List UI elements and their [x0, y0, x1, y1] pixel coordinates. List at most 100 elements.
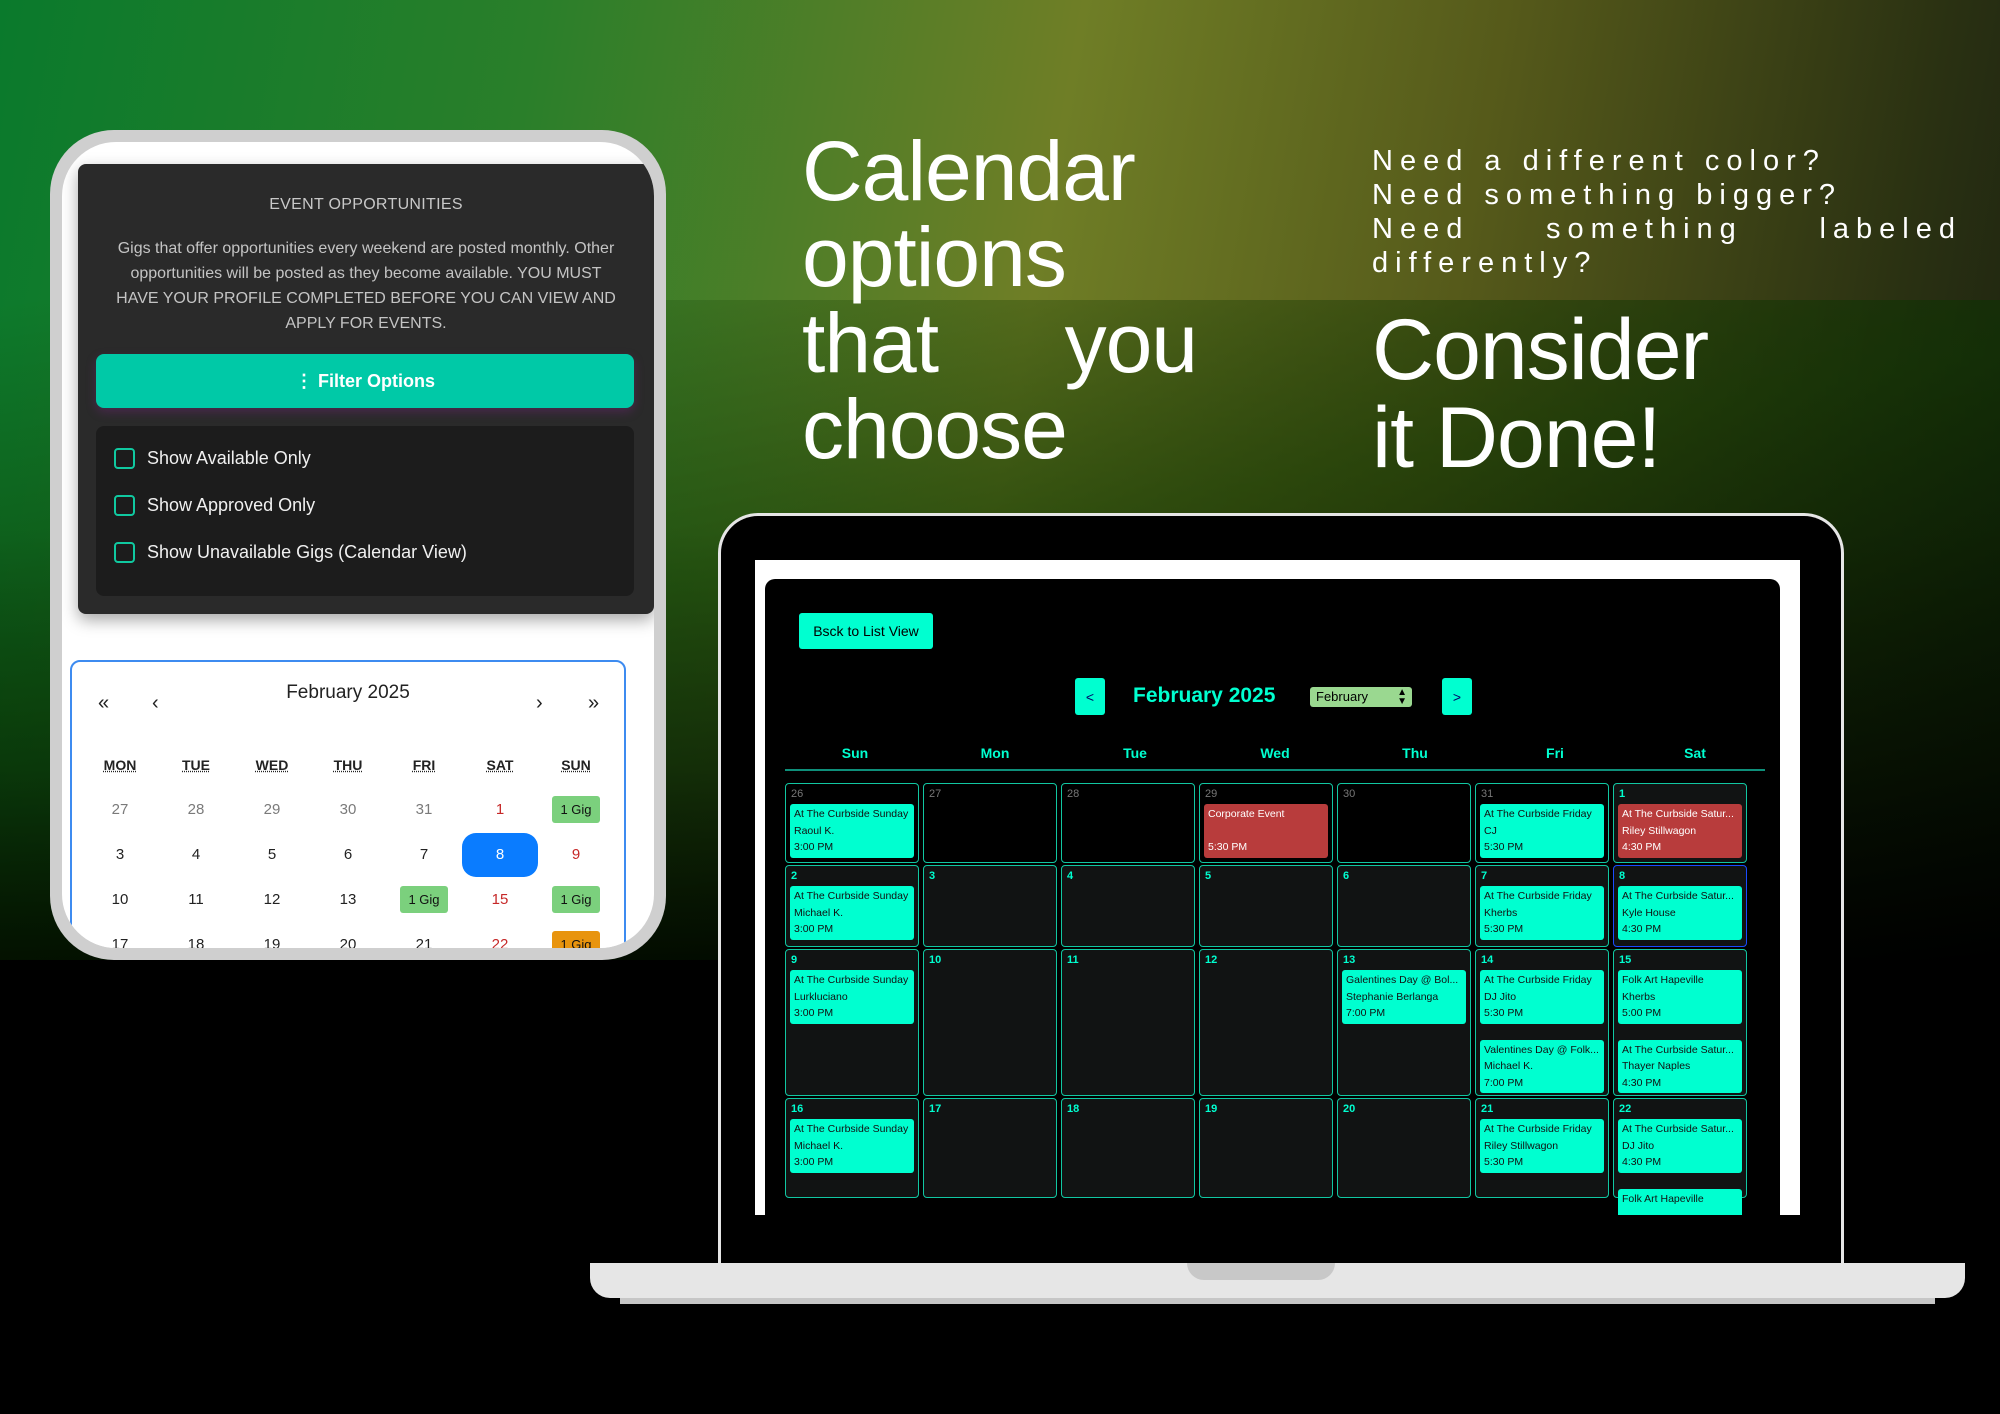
- mini-day-cell[interactable]: 29: [234, 801, 310, 818]
- mini-day-cell[interactable]: 31: [386, 801, 462, 818]
- mini-day-cell[interactable]: 10: [82, 891, 158, 908]
- prev-month-button[interactable]: <: [1075, 678, 1105, 715]
- day-cell[interactable]: 27: [923, 783, 1057, 863]
- mini-day-cell[interactable]: 17: [82, 936, 158, 948]
- mini-day-cell[interactable]: 28: [158, 801, 234, 818]
- event-chip[interactable]: At The Curbside Friday CJ 5:30 PM: [1480, 804, 1604, 858]
- event-list: At The Curbside Sunday Michael K. 3:00 PM: [786, 886, 918, 940]
- day-cell[interactable]: 17: [923, 1098, 1057, 1198]
- mini-day-cell[interactable]: 6: [310, 846, 386, 863]
- event-chip[interactable]: At The Curbside Friday Riley Stillwagon 5:…: [1480, 1119, 1604, 1173]
- mini-day-cell[interactable]: 18: [158, 936, 234, 948]
- mini-day-cell[interactable]: 30: [310, 801, 386, 818]
- day-cell[interactable]: 6: [1337, 865, 1471, 947]
- day-cell[interactable]: 20: [1337, 1098, 1471, 1198]
- day-cell[interactable]: 2 At The Curbside Sunday Michael K. 3:00 PM: [785, 865, 919, 947]
- event-chip[interactable]: At The Curbside Satur... DJ Jito 4:30 PM: [1618, 1119, 1742, 1173]
- day-cell[interactable]: 30: [1337, 783, 1471, 863]
- mini-day-cell[interactable]: 8: [462, 832, 538, 877]
- event-chip[interactable]: At The Curbside Satur... Riley Stillwagon…: [1618, 804, 1742, 858]
- mini-day-cell[interactable]: 27: [82, 801, 158, 818]
- event-chip[interactable]: At The Curbside Sunday Michael K. 3:00 PM: [790, 886, 914, 940]
- day-cell[interactable]: 21 At The Curbside Friday Riley Stillwagon…: [1475, 1098, 1609, 1198]
- event-time: 7:00 PM: [1484, 1076, 1524, 1089]
- mini-day-cell[interactable]: 1 Gig: [538, 931, 614, 948]
- day-cell[interactable]: 16 At The Curbside Sunday Michael K. 3:00 P…: [785, 1098, 919, 1198]
- event-chip[interactable]: Valentines Day @ Folk... Michael K. 7:00 P…: [1480, 1039, 1604, 1093]
- day-cell[interactable]: 31 At The Curbside Friday CJ 5:30 PM: [1475, 783, 1609, 863]
- tagline-line: Need a different color?: [1372, 145, 1826, 177]
- day-cell[interactable]: 5: [1199, 865, 1333, 947]
- next-month-button[interactable]: ›: [536, 692, 543, 715]
- day-cell[interactable]: 22 At The Curbside Satur... DJ Jito 4:30 PM…: [1613, 1098, 1747, 1215]
- mini-day-cell[interactable]: 1 Gig: [538, 886, 614, 913]
- mini-day-cell[interactable]: 21: [386, 936, 462, 948]
- event-chip[interactable]: At The Curbside Friday DJ Jito 5:30 PM: [1480, 970, 1604, 1024]
- filter-options-button[interactable]: ⋮ Filter Options: [96, 354, 634, 408]
- day-cell[interactable]: 10: [923, 949, 1057, 1096]
- day-cell[interactable]: 14 At The Curbside Friday DJ Jito 5:30 PM Va…: [1475, 949, 1609, 1096]
- day-cell[interactable]: 9 At The Curbside Sunday Lurkluciano 3:00 P…: [785, 949, 919, 1096]
- month-select[interactable]: February ▲ ▼: [1310, 687, 1412, 707]
- mini-day-cell[interactable]: 1 Gig: [386, 886, 462, 913]
- next-month-button[interactable]: >: [1442, 678, 1472, 715]
- mini-day-cell[interactable]: 13: [310, 891, 386, 908]
- checkbox[interactable]: [114, 448, 135, 469]
- event-chip[interactable]: Galentines Day @ Bol... Stephanie Berlang…: [1342, 970, 1466, 1024]
- day-cell[interactable]: 28: [1061, 783, 1195, 863]
- checkbox[interactable]: [114, 542, 135, 563]
- day-number: 2: [791, 870, 798, 882]
- mini-day-cell[interactable]: 1: [462, 801, 538, 818]
- event-chip[interactable]: At The Curbside Sunday Raoul K. 3:00 PM: [790, 804, 914, 858]
- event-chip[interactable]: Corporate Event 5:30 PM: [1204, 804, 1328, 858]
- day-cell[interactable]: 3: [923, 865, 1057, 947]
- day-cell[interactable]: 7 At The Curbside Friday Kherbs 5:30 PM: [1475, 865, 1609, 947]
- mini-day-cell[interactable]: 11: [158, 891, 234, 908]
- day-cell[interactable]: 18: [1061, 1098, 1195, 1198]
- closing-line: it Done!: [1372, 390, 1661, 486]
- day-cell[interactable]: 12: [1199, 949, 1333, 1096]
- day-cell[interactable]: 19: [1199, 1098, 1333, 1198]
- headline-word: you: [1064, 296, 1198, 390]
- mini-day-cell[interactable]: 9: [538, 846, 614, 863]
- day-cell[interactable]: 15 Folk Art Hapeville Kherbs 5:00 PM At The …: [1613, 949, 1747, 1096]
- day-cell[interactable]: 1 At The Curbside Satur... Riley Stillwago…: [1613, 783, 1747, 863]
- event-who: CJ: [1484, 824, 1497, 837]
- mini-day-cell[interactable]: 22: [462, 936, 538, 948]
- mini-day-cell[interactable]: 3: [82, 846, 158, 863]
- day-cell[interactable]: 11: [1061, 949, 1195, 1096]
- event-list: Corporate Event 5:30 PM: [1200, 804, 1332, 858]
- day-cell[interactable]: 8 At The Curbside Satur... Kyle House 4:30 …: [1613, 865, 1747, 947]
- day-cell[interactable]: 13 Galentines Day @ Bol... Stephanie Berla…: [1337, 949, 1471, 1096]
- mini-day-cell[interactable]: 12: [234, 891, 310, 908]
- event-chip[interactable]: Folk Art Hapeville: [1618, 1188, 1742, 1215]
- mini-day-cell[interactable]: 5: [234, 846, 310, 863]
- event-chip[interactable]: At The Curbside Satur... Thayer Naples 4:3…: [1618, 1039, 1742, 1093]
- event-chip[interactable]: Folk Art Hapeville Kherbs 5:00 PM: [1618, 970, 1742, 1024]
- back-to-list-view-button[interactable]: Bsck to List View: [799, 613, 933, 649]
- event-chip[interactable]: At The Curbside Sunday Michael K. 3:00 PM: [790, 1119, 914, 1173]
- mini-day-cell[interactable]: 1 Gig: [538, 796, 614, 823]
- mini-day-cell[interactable]: 20: [310, 936, 386, 948]
- day-cell[interactable]: 29 Corporate Event 5:30 PM: [1199, 783, 1333, 863]
- filter-show-approved[interactable]: Show Approved Only: [114, 495, 315, 516]
- event-title: At The Curbside Sunday: [794, 1123, 909, 1135]
- mini-day-cell[interactable]: 19: [234, 936, 310, 948]
- day-cell[interactable]: 26 At The Curbside Sunday Raoul K. 3:00 PM: [785, 783, 919, 863]
- event-chip[interactable]: At The Curbside Sunday Lurkluciano 3:00 PM: [790, 970, 914, 1024]
- mini-day-number: 10: [111, 891, 129, 908]
- filter-show-unavailable[interactable]: Show Unavailable Gigs (Calendar View): [114, 542, 467, 563]
- filter-show-available[interactable]: Show Available Only: [114, 448, 311, 469]
- weekday-header: Sun Mon Tue Wed Thu Fri Sat: [785, 745, 1765, 771]
- weekday-label: Sun: [841, 745, 869, 761]
- event-chip[interactable]: At The Curbside Satur... Kyle House 4:30 P…: [1618, 886, 1742, 940]
- event-chip[interactable]: At The Curbside Friday Kherbs 5:30 PM: [1480, 886, 1604, 940]
- mini-day-number: 17: [111, 936, 129, 948]
- checkbox[interactable]: [114, 495, 135, 516]
- last-month-button[interactable]: »: [588, 692, 599, 715]
- event-title: At The Curbside Satur...: [1622, 1123, 1734, 1135]
- mini-day-cell[interactable]: 7: [386, 846, 462, 863]
- mini-day-cell[interactable]: 15: [462, 891, 538, 908]
- day-cell[interactable]: 4: [1061, 865, 1195, 947]
- mini-day-cell[interactable]: 4: [158, 846, 234, 863]
